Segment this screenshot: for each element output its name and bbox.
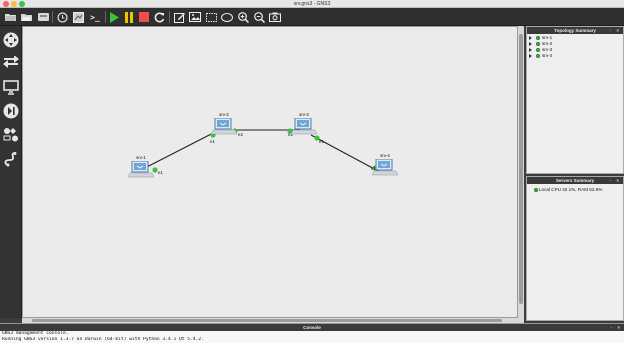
panel-float-close-controls[interactable]: · ×	[610, 27, 621, 34]
servers-summary-panel: Servers Summary · × Local CPU 32.1%, RAM…	[526, 176, 624, 321]
port-label: e2	[238, 132, 243, 137]
panel-float-close-controls[interactable]: · ×	[610, 177, 621, 184]
zoom-in-icon[interactable]	[236, 10, 250, 24]
computer-icon	[128, 161, 154, 178]
expand-arrow-icon[interactable]	[529, 54, 532, 58]
node-srv-1[interactable]: srv-1	[128, 155, 154, 179]
security-devices-icon[interactable]	[2, 102, 20, 120]
computer-icon	[211, 118, 237, 135]
open-project-icon[interactable]	[20, 10, 34, 24]
zoom-out-icon[interactable]	[252, 10, 266, 24]
open-folder-icon[interactable]	[4, 10, 18, 24]
node-srv-2[interactable]: srv-2	[211, 112, 237, 136]
topology-canvas[interactable]: e1 e1 e2 e2 e1 e1 srv-1 srv-2 srv-3 srv-…	[22, 26, 518, 318]
main-toolbar: >_	[0, 8, 624, 26]
port-label: e1	[319, 139, 324, 144]
console-line: Running GNS3 version 1.3.7 on Darwin (64…	[2, 337, 204, 342]
server-status-text: Local CPU 32.1%, RAM 62.8%	[539, 187, 603, 192]
expand-arrow-icon[interactable]	[529, 48, 532, 52]
insert-picture-icon[interactable]	[188, 10, 202, 24]
suspend-pause-icon[interactable]	[122, 10, 136, 24]
server-status-green-icon	[534, 187, 538, 192]
console-panel: Console · × GNS3 management console. Run…	[0, 323, 624, 343]
save-icon[interactable]	[36, 10, 50, 24]
topology-summary-panel: Topology Summary · × srv-1 srv-2 srv-3 s…	[526, 26, 624, 174]
stop-icon[interactable]	[137, 10, 151, 24]
routers-icon[interactable]	[2, 31, 20, 49]
screenshot-camera-icon[interactable]	[268, 10, 282, 24]
start-play-icon[interactable]	[107, 10, 121, 24]
edit-note-icon[interactable]	[172, 10, 186, 24]
node-srv-3[interactable]: srv-3	[291, 112, 317, 136]
status-green-icon	[536, 36, 540, 40]
window-titlebar: srv.gns3 - GNS3	[0, 0, 624, 8]
canvas-vertical-scrollbar[interactable]	[518, 26, 524, 318]
add-link-icon[interactable]	[2, 150, 20, 168]
all-devices-icon[interactable]	[2, 126, 20, 144]
status-green-icon	[536, 54, 540, 58]
device-sidebar	[0, 26, 22, 318]
switches-icon[interactable]	[2, 53, 20, 71]
panel-float-close-controls[interactable]: · ×	[611, 324, 622, 331]
status-green-icon	[536, 42, 540, 46]
port-label: e1	[158, 170, 163, 175]
computer-icon	[291, 118, 317, 135]
node-srv-4[interactable]: srv-4	[372, 153, 398, 177]
snapshot-clock-icon[interactable]	[55, 10, 69, 24]
scroll-thumb[interactable]	[519, 34, 523, 304]
status-green-icon	[536, 48, 540, 52]
topology-item-srv-4[interactable]: srv-4	[527, 53, 623, 59]
reload-icon[interactable]	[152, 10, 166, 24]
port-label: e1	[210, 139, 215, 144]
panel-title: Topology Summary	[554, 28, 596, 33]
show-interface-labels-icon[interactable]	[71, 10, 85, 24]
computer-icon	[372, 159, 398, 176]
expand-arrow-icon[interactable]	[529, 42, 532, 46]
window-title: srv.gns3 - GNS3	[293, 1, 331, 7]
panel-title: Console	[303, 325, 321, 330]
end-devices-icon[interactable]	[2, 78, 20, 96]
server-local-row[interactable]: Local CPU 32.1%, RAM 62.8%	[527, 186, 623, 193]
panel-title: Servers Summary	[555, 178, 595, 183]
scroll-thumb[interactable]	[32, 319, 502, 322]
expand-arrow-icon[interactable]	[529, 36, 532, 40]
draw-ellipse-icon[interactable]	[220, 10, 234, 24]
draw-rectangle-icon[interactable]	[204, 10, 218, 24]
console-terminal-icon[interactable]: >_	[87, 10, 103, 24]
